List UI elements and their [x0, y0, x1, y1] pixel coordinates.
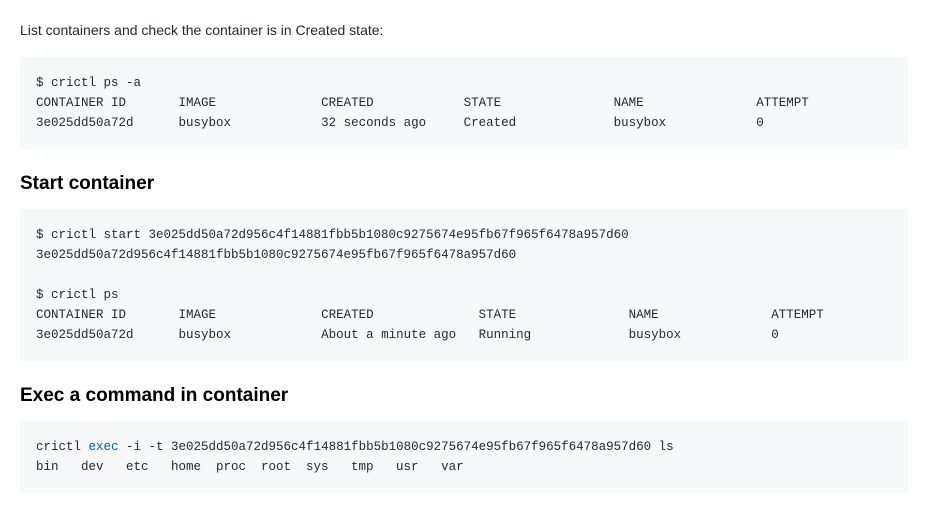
val-image: busybox — [179, 116, 232, 130]
code-pre: crictl — [36, 440, 89, 454]
val-name: busybox — [614, 116, 667, 130]
val-attempt: 0 — [756, 116, 764, 130]
code-cmd: $ crictl ps — [36, 288, 119, 302]
heading-start-container: Start container — [20, 173, 908, 195]
val-created: About a minute ago — [321, 328, 456, 342]
col-name: NAME — [629, 308, 659, 322]
col-state: STATE — [479, 308, 517, 322]
col-image: IMAGE — [179, 96, 217, 110]
val-attempt: 0 — [771, 328, 779, 342]
code-output: 3e025dd50a72d956c4f14881fbb5b1080c927567… — [36, 248, 516, 262]
heading-exec-command: Exec a command in container — [20, 385, 908, 407]
val-created: 32 seconds ago — [321, 116, 426, 130]
col-container-id: CONTAINER ID — [36, 96, 126, 110]
col-image: IMAGE — [179, 308, 217, 322]
col-container-id: CONTAINER ID — [36, 308, 126, 322]
code-block-list-containers: $ crictl ps -a CONTAINER ID IMAGE CREATE… — [20, 57, 908, 149]
col-attempt: ATTEMPT — [771, 308, 824, 322]
val-image: busybox — [179, 328, 232, 342]
col-name: NAME — [614, 96, 644, 110]
col-attempt: ATTEMPT — [756, 96, 809, 110]
code-block-exec: crictl exec -i -t 3e025dd50a72d956c4f148… — [20, 421, 908, 493]
code-post: -i -t 3e025dd50a72d956c4f14881fbb5b1080c… — [119, 440, 674, 454]
val-state: Running — [479, 328, 532, 342]
code-cmd: $ crictl start 3e025dd50a72d956c4f14881f… — [36, 228, 629, 242]
intro-text: List containers and check the container … — [20, 20, 908, 41]
val-container-id: 3e025dd50a72d — [36, 116, 134, 130]
code-keyword-exec: exec — [89, 440, 119, 454]
col-state: STATE — [464, 96, 502, 110]
code-block-start-container: $ crictl start 3e025dd50a72d956c4f14881f… — [20, 209, 908, 361]
val-state: Created — [464, 116, 517, 130]
val-name: busybox — [629, 328, 682, 342]
col-created: CREATED — [321, 96, 374, 110]
val-container-id: 3e025dd50a72d — [36, 328, 134, 342]
code-cmd: $ crictl ps -a — [36, 76, 141, 90]
col-created: CREATED — [321, 308, 374, 322]
code-output: bin dev etc home proc root sys tmp usr v… — [36, 460, 464, 474]
